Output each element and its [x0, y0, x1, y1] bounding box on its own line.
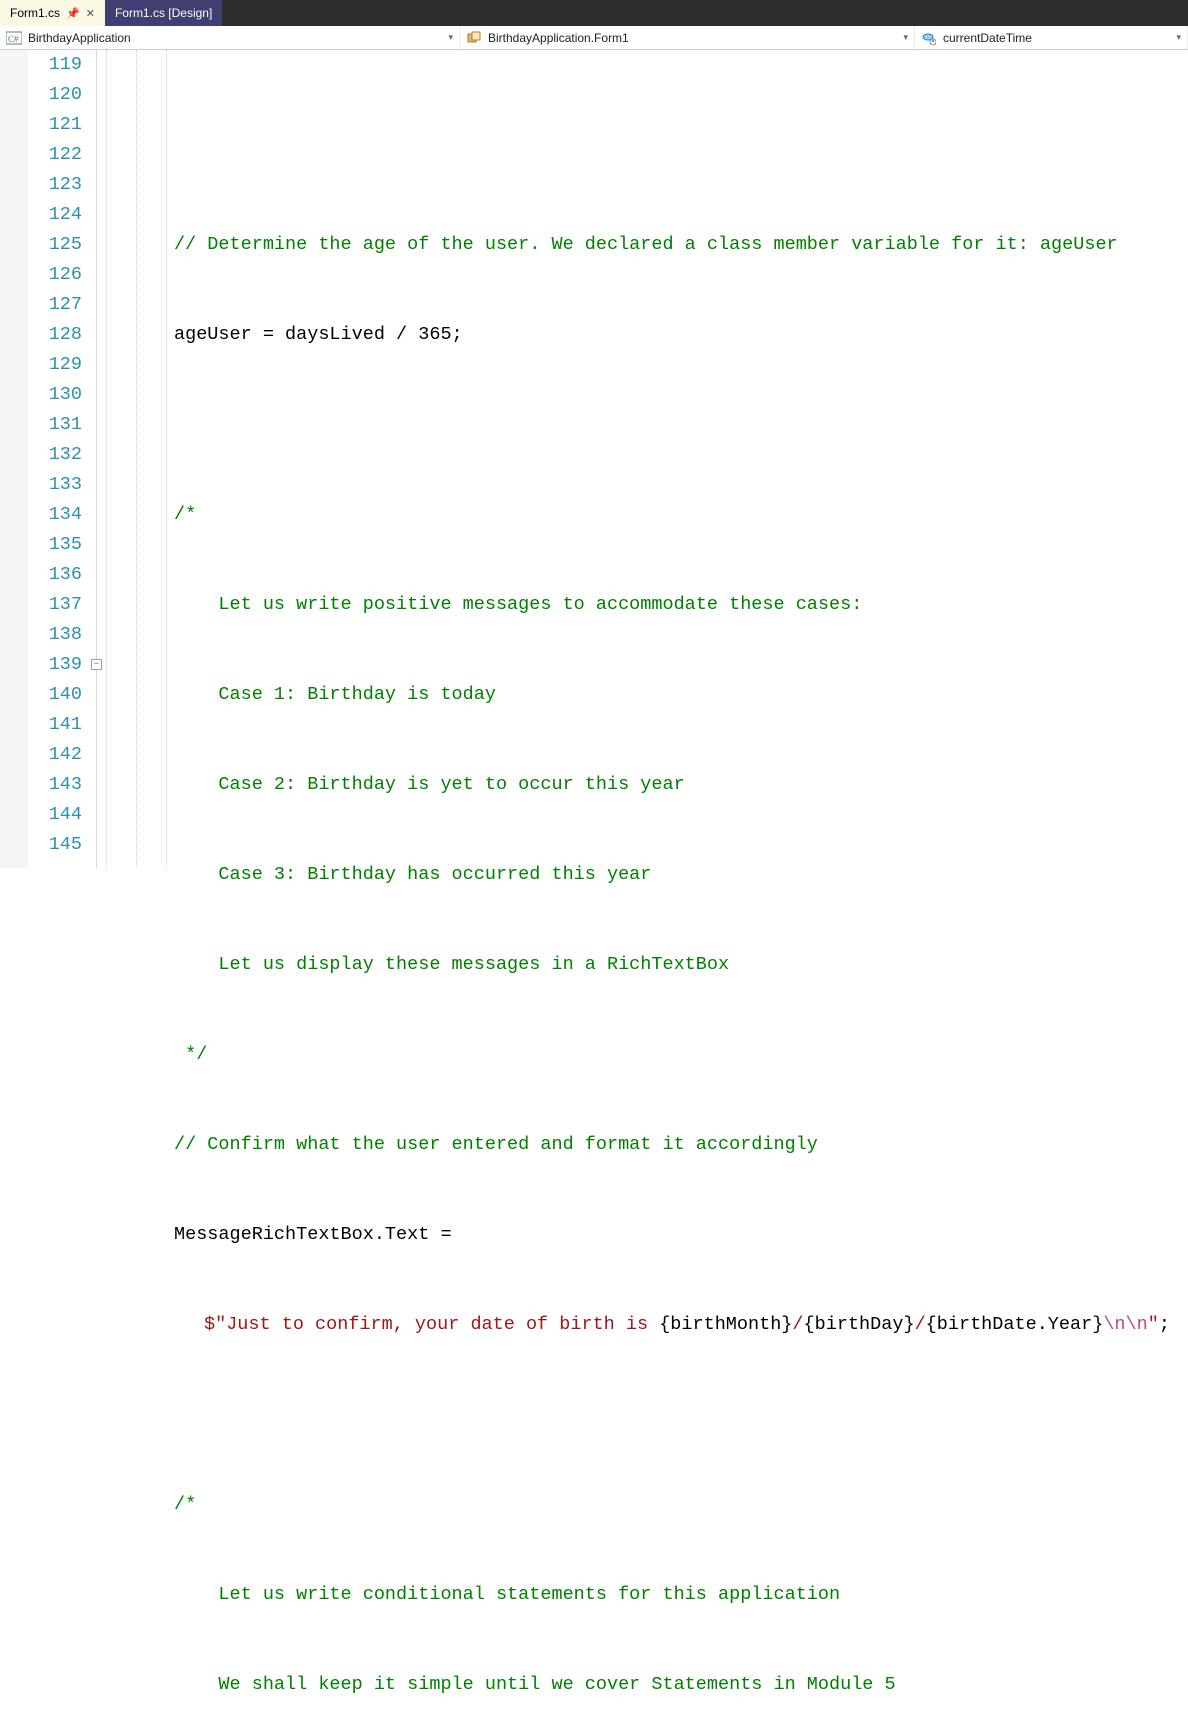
code-text: Let us write positive messages to accomm…	[174, 594, 862, 615]
code-text: Case 3: Birthday has occurred this year	[174, 864, 651, 885]
line-number: 141	[28, 710, 82, 740]
tab-form1-design[interactable]: Form1.cs [Design]	[105, 0, 222, 26]
line-number: 142	[28, 740, 82, 770]
breakpoint-margin[interactable]	[0, 50, 28, 868]
nav-member-label: currentDateTime	[943, 31, 1032, 45]
line-number: 131	[28, 410, 82, 440]
code-editor[interactable]: 1191201211221231241251261271281291301311…	[0, 50, 1188, 868]
collapse-toggle[interactable]: −	[91, 659, 102, 670]
class-icon	[466, 30, 482, 46]
code-text: We shall keep it simple until we cover S…	[174, 1674, 896, 1695]
tab-form1-cs[interactable]: Form1.cs 📌 ✕	[0, 0, 105, 26]
nav-class-dropdown[interactable]: BirthdayApplication.Form1 ▾	[460, 26, 915, 49]
line-number: 144	[28, 800, 82, 830]
code-text: */	[174, 1044, 207, 1065]
outline-line	[96, 50, 97, 868]
code-text: /	[915, 1314, 926, 1335]
code-text: "	[1148, 1314, 1159, 1335]
pin-icon[interactable]: 📌	[66, 7, 80, 20]
line-number: 126	[28, 260, 82, 290]
chevron-down-icon: ▾	[448, 32, 453, 43]
navigation-bar: C# BirthdayApplication ▾ BirthdayApplica…	[0, 26, 1188, 50]
code-text: {birthDay}	[804, 1314, 915, 1335]
line-number: 137	[28, 590, 82, 620]
close-icon[interactable]: ✕	[86, 7, 95, 20]
line-number: 139	[28, 650, 82, 680]
tab-label: Form1.cs	[10, 6, 60, 20]
csharp-project-icon: C#	[6, 30, 22, 46]
nav-project-label: BirthdayApplication	[28, 31, 131, 45]
indent-guide	[166, 50, 167, 868]
chevron-down-icon: ▾	[1176, 32, 1181, 43]
line-number: 123	[28, 170, 82, 200]
line-number: 124	[28, 200, 82, 230]
line-number: 145	[28, 830, 82, 860]
line-number: 143	[28, 770, 82, 800]
line-number: 127	[28, 290, 82, 320]
line-number: 140	[28, 680, 82, 710]
code-area[interactable]: // Determine the age of the user. We dec…	[104, 50, 1188, 868]
code-text: Let us write conditional statements for …	[174, 1584, 840, 1605]
code-text: {birthMonth}	[659, 1314, 792, 1335]
nav-member-dropdown[interactable]: currentDateTime ▾	[915, 26, 1188, 49]
code-text: Case 2: Birthday is yet to occur this ye…	[174, 774, 685, 795]
code-text: /	[792, 1314, 803, 1335]
code-text: {birthDate.Year}	[926, 1314, 1104, 1335]
nav-project-dropdown[interactable]: C# BirthdayApplication ▾	[0, 26, 460, 49]
line-number-gutter: 1191201211221231241251261271281291301311…	[28, 50, 90, 868]
code-text: // Determine the age of the user. We dec…	[174, 234, 1118, 255]
code-text: /*	[174, 1494, 196, 1515]
line-number: 129	[28, 350, 82, 380]
line-number: 136	[28, 560, 82, 590]
code-text: Let us display these messages in a RichT…	[174, 954, 729, 975]
indent-guide	[136, 50, 137, 868]
code-text: Case 1: Birthday is today	[174, 684, 496, 705]
outline-margin[interactable]: −	[90, 50, 104, 868]
line-number: 132	[28, 440, 82, 470]
code-text: // Confirm what the user entered and for…	[174, 1134, 818, 1155]
field-icon	[921, 30, 937, 46]
line-number: 133	[28, 470, 82, 500]
line-number: 130	[28, 380, 82, 410]
indent-guide	[106, 50, 107, 868]
code-text: $"Just to confirm, your date of birth is	[204, 1314, 659, 1335]
line-number: 125	[28, 230, 82, 260]
code-text: /*	[174, 504, 196, 525]
line-number: 121	[28, 110, 82, 140]
line-number: 128	[28, 320, 82, 350]
tab-label: Form1.cs [Design]	[115, 6, 212, 20]
line-number: 120	[28, 80, 82, 110]
nav-class-label: BirthdayApplication.Form1	[488, 31, 629, 45]
line-number: 122	[28, 140, 82, 170]
line-number: 119	[28, 50, 82, 80]
line-number: 135	[28, 530, 82, 560]
code-text: MessageRichTextBox.Text =	[174, 1224, 452, 1245]
svg-text:C#: C#	[8, 34, 19, 44]
line-number: 138	[28, 620, 82, 650]
code-text: ;	[1159, 1314, 1170, 1335]
code-text: ageUser = daysLived / 365;	[174, 324, 463, 345]
code-text: \n\n	[1103, 1314, 1147, 1335]
document-tabstrip: Form1.cs 📌 ✕ Form1.cs [Design]	[0, 0, 1188, 26]
chevron-down-icon: ▾	[903, 32, 908, 43]
line-number: 134	[28, 500, 82, 530]
